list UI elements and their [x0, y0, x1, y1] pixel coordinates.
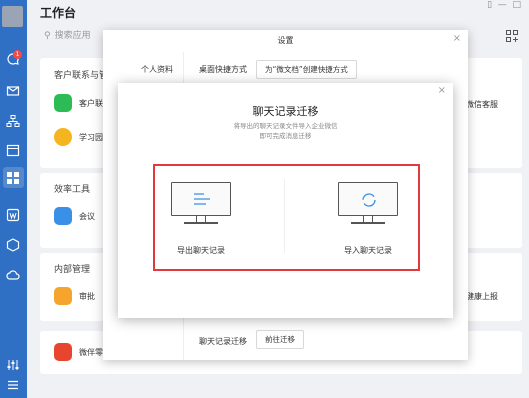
app-meeting[interactable]: 会议 — [54, 207, 95, 225]
hexagon-icon[interactable] — [6, 238, 20, 252]
window-controls[interactable]: ▯ — □ — [487, 0, 521, 10]
monitor-icon — [171, 182, 231, 216]
app-weiban[interactable]: 微伴零 — [54, 343, 103, 361]
list-lines-icon — [194, 193, 210, 205]
divider — [284, 179, 285, 253]
nav-personal-info[interactable]: 个人资料 — [141, 64, 173, 75]
school-icon — [54, 128, 72, 146]
wechat-icon — [54, 94, 72, 112]
calendar-icon[interactable] — [6, 143, 20, 157]
section-title: 内部管理 — [54, 265, 91, 275]
export-chat-option[interactable]: 导出聊天记录 — [171, 182, 231, 255]
section-title: 效率工具 — [54, 185, 91, 195]
go-migrate-button[interactable]: 前往迁移 — [256, 330, 304, 349]
workbench-icon[interactable] — [6, 171, 20, 185]
close-icon[interactable]: × — [438, 85, 446, 96]
app-approval[interactable]: 审批 — [54, 287, 95, 305]
search-placeholder: 搜索应用 — [54, 31, 91, 41]
avatar[interactable] — [2, 6, 23, 27]
export-label: 导出聊天记录 — [177, 246, 225, 255]
import-label: 导入聊天记录 — [344, 246, 392, 255]
app-wechat-service[interactable]: 微信客服 — [466, 99, 498, 110]
unread-badge: 1 — [13, 50, 22, 59]
migration-description: 将导出的聊天记录文件导入企业微信 即可完成消息迁移 — [233, 122, 338, 140]
app-customer[interactable]: 客户联 — [54, 94, 103, 112]
migrate-label: 聊天记录迁移 — [199, 337, 247, 346]
migration-dialog: × 聊天记录迁移 将导出的聊天记录文件导入企业微信 即可完成消息迁移 导出聊天记… — [118, 83, 453, 318]
app-health-report[interactable]: 健康上报 — [466, 291, 498, 302]
menu-icon[interactable] — [6, 378, 20, 392]
shortcut-label: 桌面快捷方式 — [199, 65, 247, 74]
close-icon[interactable]: × — [453, 33, 461, 44]
migration-title: 聊天记录迁移 — [252, 105, 319, 118]
mail-icon[interactable] — [6, 84, 20, 98]
page-title: 工作台 — [40, 6, 77, 20]
org-chart-icon[interactable] — [6, 114, 20, 128]
import-chat-option[interactable]: 导入聊天记录 — [338, 182, 398, 255]
app-school[interactable]: 学习园 — [54, 128, 103, 146]
left-rail: 1 — [0, 0, 27, 398]
cloud-meeting-icon — [54, 207, 72, 225]
monitor-icon — [338, 182, 398, 216]
settings-sliders-icon[interactable] — [6, 358, 20, 372]
refresh-icon — [362, 193, 376, 207]
app-grid-icon[interactable] — [506, 30, 518, 42]
settings-title: 设置 — [277, 36, 294, 45]
create-shortcut-button[interactable]: 为“微文档”创建快捷方式 — [256, 60, 357, 79]
shop-icon — [54, 343, 72, 361]
search-icon: ⚲ — [44, 31, 51, 41]
cloud-icon[interactable] — [6, 268, 20, 282]
stamp-icon — [54, 287, 72, 305]
document-icon[interactable] — [6, 208, 20, 222]
section-title: 客户联系与管 — [54, 71, 109, 81]
